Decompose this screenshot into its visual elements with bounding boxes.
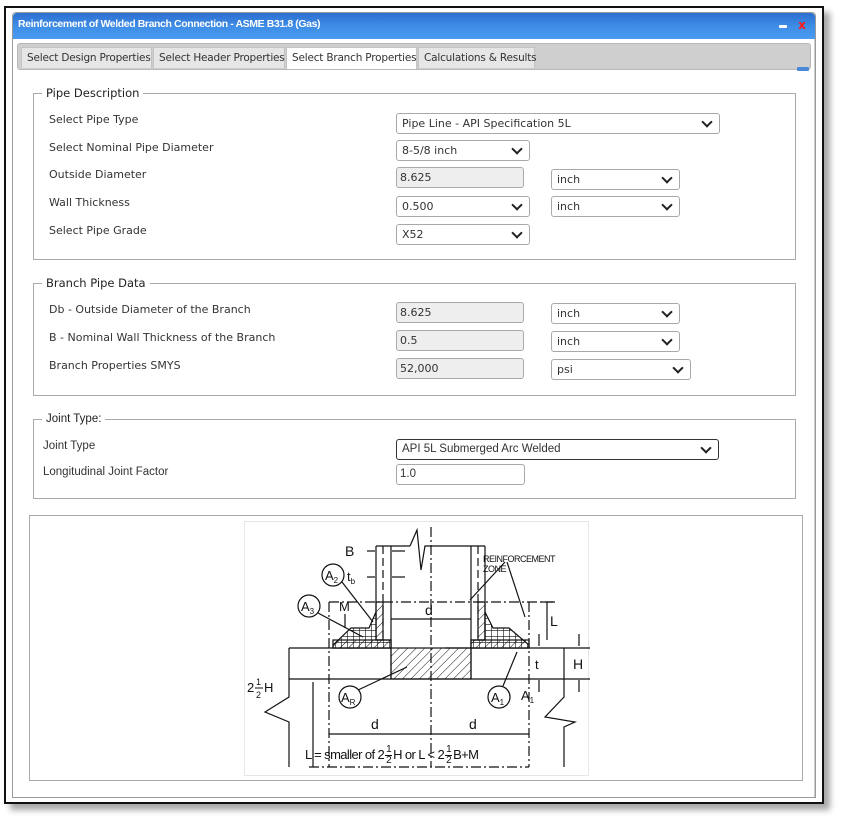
branch-smys-unit-value: psi — [557, 363, 573, 376]
branch-connection-diagram: B tb A2 A3 AR A1 A1 M d d d L t H REINFO… — [244, 521, 590, 776]
branch-smys-input[interactable]: 52,000 — [396, 358, 524, 379]
label-d-left: d — [371, 716, 379, 732]
tab-calculations-results[interactable]: Calculations & Results — [418, 47, 537, 68]
branch-smys-label: Branch Properties SMYS — [49, 359, 181, 372]
label-H: H — [573, 656, 583, 672]
joint-factor-input[interactable]: 1.0 — [396, 464, 525, 485]
label-2-half-H-den: 2 — [256, 690, 261, 700]
chevron-down-icon — [511, 227, 523, 239]
label-reinforcement: REINFORCEMENT — [483, 554, 556, 564]
branch-od-unit-value: inch — [557, 307, 581, 320]
minimize-icon[interactable] — [777, 19, 791, 33]
pipe-type-select[interactable]: Pipe Line - API Specification 5L — [396, 113, 720, 134]
label-tb: tb — [347, 569, 356, 586]
close-icon[interactable]: x — [795, 17, 809, 33]
formula-mid: H or L < 2 — [393, 746, 445, 762]
wall-thickness-unit-select[interactable]: inch — [551, 196, 680, 217]
break-line — [409, 527, 485, 571]
label-2-half-H-num: 1 — [256, 677, 261, 687]
pipe-description-legend: Pipe Description — [46, 86, 140, 100]
wall-thickness-label: Wall Thickness — [49, 196, 130, 209]
label-A2: A2 — [325, 568, 339, 585]
formula-prefix: L = smaller of 2 — [305, 746, 385, 762]
joint-type-select[interactable]: API 5L Submerged Arc Welded — [396, 439, 719, 460]
tab-strip: Select Design Properties Select Header P… — [17, 43, 811, 70]
branch-od-unit-select[interactable]: inch — [551, 303, 680, 324]
chevron-down-icon — [661, 172, 673, 184]
pipe-grade-value: X52 — [402, 228, 424, 241]
formula-fraction-1: 12 — [385, 744, 393, 766]
pipe-type-value: Pipe Line - API Specification 5L — [402, 117, 571, 130]
pipe-grade-label: Select Pipe Grade — [49, 224, 147, 237]
branch-smys-unit-select[interactable]: psi — [551, 359, 691, 380]
outside-diameter-label: Outside Diameter — [49, 168, 147, 181]
branch-od-input[interactable]: 8.625 — [396, 302, 524, 323]
diagram-panel: B tb A2 A3 AR A1 A1 M d d d L t H REINFO… — [29, 515, 803, 781]
outside-diameter-input[interactable]: 8.625 — [396, 167, 524, 188]
wall-thickness-unit-value: inch — [557, 200, 581, 213]
nominal-diameter-value: 8-5/8 inch — [402, 144, 458, 157]
chevron-down-icon — [700, 442, 712, 454]
tab-branch-properties[interactable]: Select Branch Properties — [286, 47, 417, 69]
branch-pipe-data-legend: Branch Pipe Data — [46, 276, 146, 290]
joint-type-legend: Joint Type: — [46, 413, 102, 425]
label-t: t — [535, 657, 539, 672]
chevron-down-icon — [672, 362, 684, 374]
formula-fraction-2: 12 — [445, 744, 453, 766]
wall-thickness-select[interactable]: 0.500 — [396, 196, 530, 217]
branch-od-label: Db - Outside Diameter of the Branch — [49, 303, 251, 316]
branch-wall-unit-value: inch — [557, 335, 581, 348]
window-title: Reinforcement of Welded Branch Connectio… — [18, 18, 321, 30]
branch-wall-unit-select[interactable]: inch — [551, 331, 680, 352]
label-B: B — [345, 543, 354, 559]
nominal-diameter-label: Select Nominal Pipe Diameter — [49, 141, 214, 154]
pipe-grade-select[interactable]: X52 — [396, 224, 530, 245]
formula-text: L = smaller of 212H or L < 2 1 2 B+M — [305, 744, 479, 766]
label-AR: AR — [341, 690, 356, 707]
chevron-down-icon — [661, 334, 673, 346]
branch-wall-input[interactable]: 0.5 — [396, 330, 524, 351]
wall-thickness-value: 0.500 — [402, 200, 434, 213]
label-d-top: d — [425, 602, 433, 618]
chevron-down-icon — [511, 143, 523, 155]
nominal-diameter-select[interactable]: 8-5/8 inch — [396, 140, 530, 161]
diagram-svg: B tb A2 A3 AR A1 A1 M d d d L t H REINFO… — [247, 527, 590, 768]
label-zone: ZONE — [483, 564, 506, 574]
outside-diameter-unit-value: inch — [557, 173, 581, 186]
label-A3: A3 — [301, 599, 315, 616]
label-d-right: d — [469, 716, 477, 732]
dialog-window: Reinforcement of Welded Branch Connectio… — [12, 12, 816, 798]
label-2-half-H-H: H — [264, 680, 273, 695]
label-A1: A1 — [491, 690, 505, 707]
label-2-half-H-whole: 2 — [247, 680, 254, 695]
joint-type-label: Joint Type — [43, 440, 96, 452]
label-L: L — [550, 613, 558, 629]
tab-header-properties[interactable]: Select Header Properties — [153, 47, 285, 68]
tab-design-properties[interactable]: Select Design Properties — [21, 47, 152, 68]
pipe-type-label: Select Pipe Type — [49, 113, 139, 126]
chevron-down-icon — [661, 306, 673, 318]
label-M: M — [339, 599, 350, 614]
chevron-down-icon — [511, 199, 523, 211]
label-A1-outer: A1 — [521, 688, 535, 705]
joint-type-value: API 5L Submerged Arc Welded — [402, 443, 561, 455]
chevron-down-icon — [661, 199, 673, 211]
outside-diameter-unit-select[interactable]: inch — [551, 169, 680, 190]
formula-suffix: B+M — [453, 746, 479, 762]
area-AR-hatch — [390, 647, 472, 680]
chevron-down-icon — [701, 116, 713, 128]
title-bar[interactable]: Reinforcement of Welded Branch Connectio… — [13, 13, 815, 39]
scroll-indicator[interactable] — [797, 67, 809, 71]
joint-factor-label: Longitudinal Joint Factor — [43, 466, 169, 478]
branch-wall-label: B - Nominal Wall Thickness of the Branch — [49, 331, 276, 344]
